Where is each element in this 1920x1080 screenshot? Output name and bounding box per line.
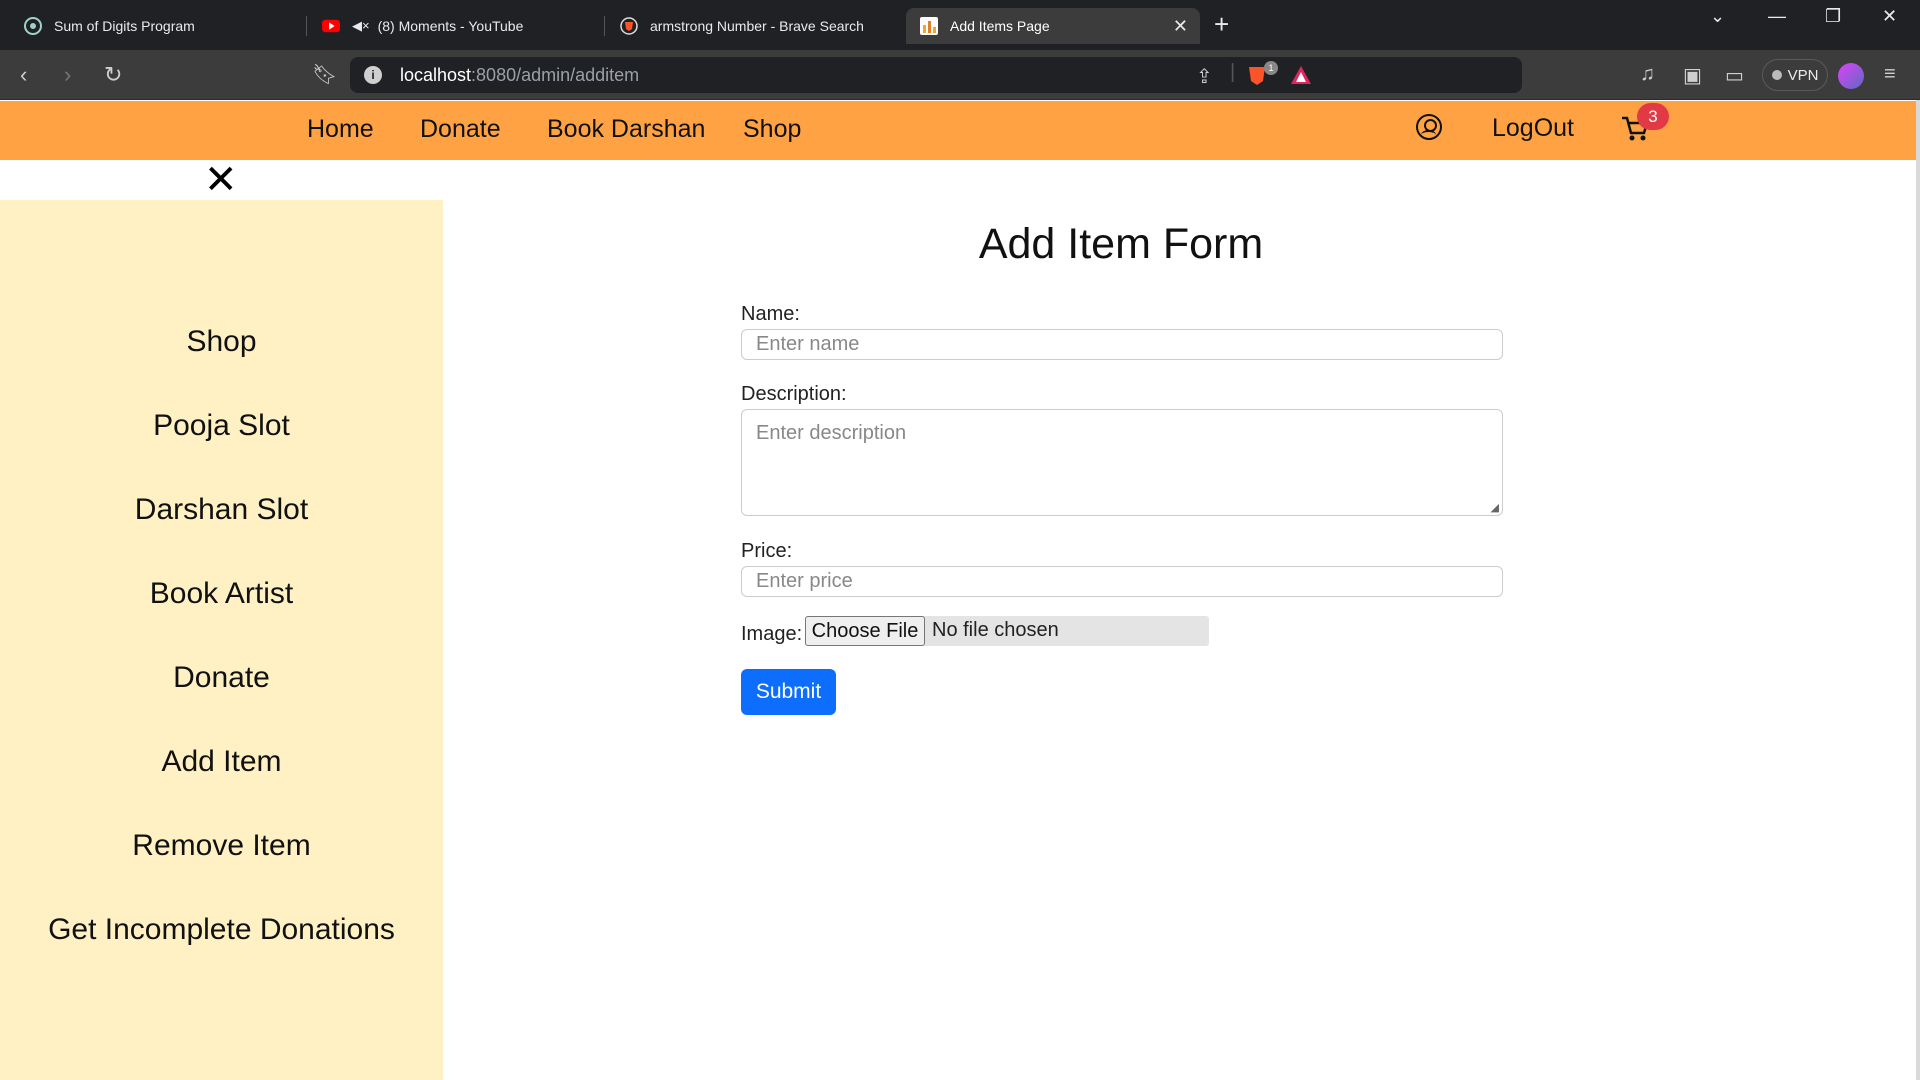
sidebar-item-book-artist[interactable]: Book Artist — [0, 577, 443, 611]
browser-tab-bar: Sum of Digits Program ◀× (8) Moments - Y… — [0, 0, 1920, 50]
tab-separator — [306, 16, 307, 36]
vpn-button[interactable]: VPN — [1762, 59, 1828, 91]
vpn-status-icon — [1771, 70, 1782, 80]
nav-shop-link[interactable]: Shop — [743, 115, 801, 144]
tab-title: Sum of Digits Program — [54, 18, 195, 34]
name-input[interactable]: Enter name — [741, 329, 1503, 360]
close-tab-icon[interactable]: ✕ — [1173, 16, 1188, 37]
reload-icon[interactable]: ↻ — [104, 62, 122, 88]
image-file-input[interactable]: Choose File No file chosen — [805, 616, 1209, 646]
tab-title: armstrong Number - Brave Search — [650, 18, 864, 34]
brave-search-icon — [620, 17, 638, 35]
minimize-icon[interactable]: — — [1768, 6, 1786, 27]
tab-add-items-page[interactable]: Add Items Page ✕ — [906, 8, 1200, 44]
file-status-text: No file chosen — [932, 619, 1059, 641]
menu-icon[interactable]: ≡ — [1884, 63, 1896, 86]
user-profile-icon[interactable] — [1416, 114, 1442, 140]
price-input[interactable]: Enter price — [741, 566, 1503, 597]
form-title: Add Item Form — [978, 220, 1264, 268]
address-bar[interactable]: i localhost:8080/admin/additem ⇪ | 1 — [350, 57, 1522, 93]
site-favicon — [920, 17, 938, 35]
nav-home-link[interactable]: Home — [307, 115, 374, 144]
youtube-icon — [322, 17, 340, 35]
url-text[interactable]: localhost:8080/admin/additem — [400, 65, 639, 86]
shields-count-badge: 1 — [1264, 61, 1278, 75]
restore-icon[interactable]: ❐ — [1825, 6, 1841, 27]
sidebar-item-darshan-slot[interactable]: Darshan Slot — [0, 493, 443, 527]
submit-button[interactable]: Submit — [741, 669, 836, 715]
sidebar-toggle-icon[interactable]: ▣ — [1683, 63, 1702, 88]
sidebar-item-shop[interactable]: Shop — [0, 325, 443, 359]
forward-icon[interactable]: › — [64, 62, 71, 88]
choose-file-button[interactable]: Choose File — [805, 616, 925, 646]
profile-avatar[interactable] — [1838, 63, 1864, 89]
browser-toolbar: ‹ › ↻ 🔖︎ i localhost:8080/admin/additem … — [0, 50, 1920, 100]
bookmark-icon[interactable]: 🔖︎ — [312, 62, 337, 87]
back-icon[interactable]: ‹ — [20, 62, 27, 88]
site-info-icon[interactable]: i — [364, 66, 382, 84]
admin-sidebar: Shop Pooja Slot Darshan Slot Book Artist… — [0, 200, 443, 1080]
cart-count-badge: 3 — [1637, 103, 1669, 130]
description-textarea[interactable]: Enter description ◢ — [741, 409, 1503, 516]
nav-donate-link[interactable]: Donate — [420, 115, 501, 144]
page-scrollbar-edge — [1916, 100, 1920, 1080]
wallet-icon[interactable]: ▭ — [1725, 63, 1744, 88]
site-navbar: Home Donate Book Darshan Shop LogOut 3 — [0, 101, 1920, 160]
close-sidebar-icon[interactable]: ✕ — [204, 160, 238, 200]
sidebar-item-add-item[interactable]: Add Item — [0, 745, 443, 779]
resize-handle-icon[interactable]: ◢ — [1491, 501, 1499, 514]
tab-search-chevron-icon[interactable]: ⌄ — [1710, 6, 1725, 27]
brave-rewards-icon[interactable] — [1290, 65, 1312, 91]
tab-youtube[interactable]: ◀× (8) Moments - YouTube — [308, 8, 598, 44]
price-label: Price: — [741, 540, 793, 562]
sidebar-item-donate[interactable]: Donate — [0, 661, 443, 695]
name-label: Name: — [741, 303, 800, 325]
sidebar-item-remove-item[interactable]: Remove Item — [0, 829, 443, 863]
chatgpt-icon — [24, 17, 42, 35]
tab-separator — [604, 16, 605, 36]
image-label: Image: — [741, 623, 803, 645]
divider: | — [1230, 61, 1236, 83]
description-label: Description: — [741, 383, 847, 405]
tab-title: (8) Moments - YouTube — [377, 18, 524, 34]
logout-link[interactable]: LogOut — [1492, 114, 1574, 143]
nav-book-darshan-link[interactable]: Book Darshan — [547, 115, 705, 144]
speaker-muted-icon[interactable]: ◀× — [352, 18, 370, 34]
close-window-icon[interactable]: ✕ — [1882, 6, 1897, 27]
share-icon[interactable]: ⇪ — [1196, 64, 1213, 89]
media-icon[interactable]: ♫ — [1640, 63, 1655, 86]
tab-brave-search[interactable]: armstrong Number - Brave Search — [606, 8, 896, 44]
sidebar-item-pooja-slot[interactable]: Pooja Slot — [0, 409, 443, 443]
sidebar-item-get-incomplete-donations[interactable]: Get Incomplete Donations — [0, 913, 443, 947]
new-tab-button[interactable]: + — [1214, 10, 1229, 38]
tab-sum-of-digits[interactable]: Sum of Digits Program — [10, 8, 300, 44]
tab-title: Add Items Page — [950, 18, 1050, 34]
